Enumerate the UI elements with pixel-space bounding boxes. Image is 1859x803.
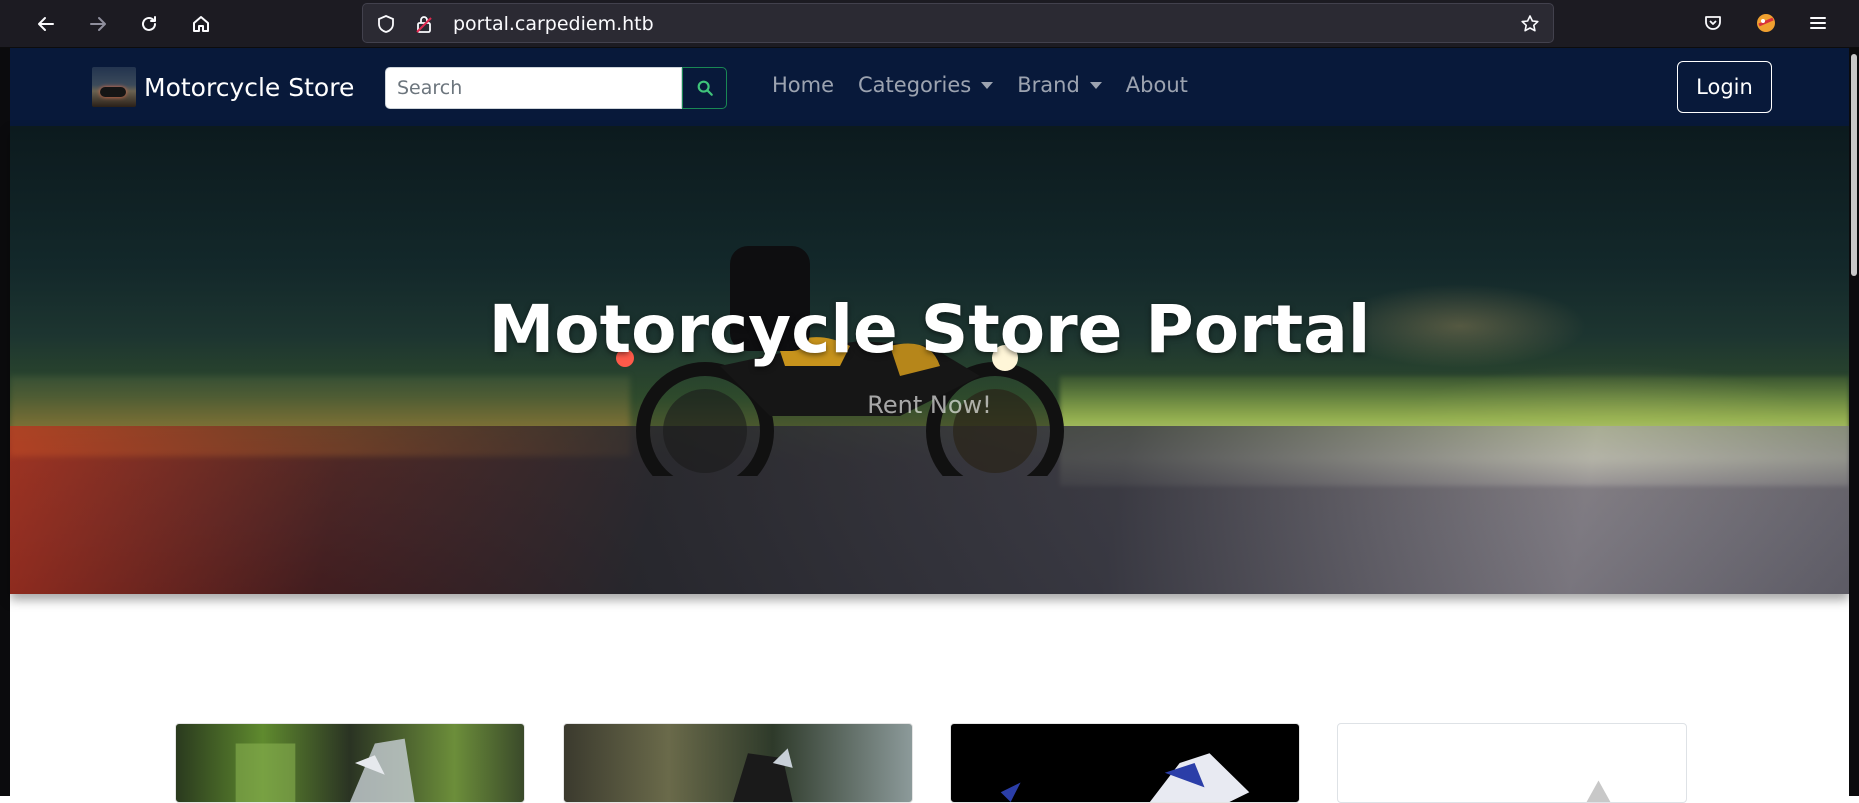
nav-link-label: About	[1125, 73, 1188, 97]
brand-link[interactable]: Motorcycle Store	[92, 67, 354, 107]
arrow-right-icon	[90, 17, 106, 31]
shield-icon[interactable]	[375, 13, 397, 35]
nav-link-label: Home	[772, 73, 835, 97]
scrollbar-thumb[interactable]	[1851, 54, 1857, 276]
search-button[interactable]	[682, 67, 727, 109]
reload-button[interactable]	[131, 6, 167, 42]
nav-link-brand[interactable]: Brand	[1017, 73, 1102, 97]
product-card[interactable]	[950, 723, 1300, 803]
url-bar[interactable]: portal.carpediem.htb	[362, 3, 1554, 43]
product-card[interactable]	[563, 723, 913, 803]
reload-icon	[142, 16, 156, 31]
hero-subtitle: Rent Now!	[867, 391, 992, 419]
search-icon	[697, 80, 713, 96]
nav-link-label: Brand	[1017, 73, 1080, 97]
product-image	[1000, 753, 1250, 802]
site-navbar: Motorcycle Store Home Categories Brand A…	[10, 48, 1849, 126]
placeholder-image-icon	[1586, 780, 1611, 802]
star-icon[interactable]	[1519, 13, 1541, 35]
insecure-lock-icon[interactable]	[413, 13, 435, 35]
nav-link-label: Categories	[858, 73, 972, 97]
forward-button[interactable]	[80, 6, 116, 42]
product-image	[733, 748, 793, 802]
arrow-left-icon	[38, 17, 54, 31]
product-image	[235, 738, 415, 802]
nav-link-categories[interactable]: Categories	[858, 73, 994, 97]
pocket-icon[interactable]	[1699, 9, 1727, 37]
hero-banner: Motorcycle Store Portal Rent Now!	[10, 126, 1849, 594]
brand-logo	[92, 67, 136, 107]
window-edge	[0, 48, 10, 796]
search-form	[385, 67, 727, 109]
caret-down-icon	[981, 81, 994, 89]
product-card[interactable]	[1337, 723, 1687, 803]
extension-icon[interactable]	[1752, 9, 1780, 37]
home-icon	[193, 16, 209, 32]
url-text[interactable]: portal.carpediem.htb	[453, 13, 654, 35]
hamburger-menu-icon[interactable]	[1804, 9, 1832, 37]
back-button[interactable]	[28, 6, 64, 42]
nav-link-home[interactable]: Home	[772, 73, 834, 97]
page-scrollbar[interactable]	[1849, 48, 1859, 796]
caret-down-icon	[1089, 81, 1102, 89]
nav-links: Home Categories Brand About	[772, 73, 1212, 97]
hero-title: Motorcycle Store Portal	[488, 291, 1371, 368]
home-button[interactable]	[183, 6, 219, 42]
product-card[interactable]	[175, 723, 525, 803]
login-button[interactable]: Login	[1677, 61, 1772, 113]
brand-name: Motorcycle Store	[144, 72, 355, 102]
nav-link-about[interactable]: About	[1126, 73, 1188, 97]
browser-toolbar: portal.carpediem.htb	[0, 0, 1859, 48]
search-input[interactable]	[385, 67, 682, 109]
